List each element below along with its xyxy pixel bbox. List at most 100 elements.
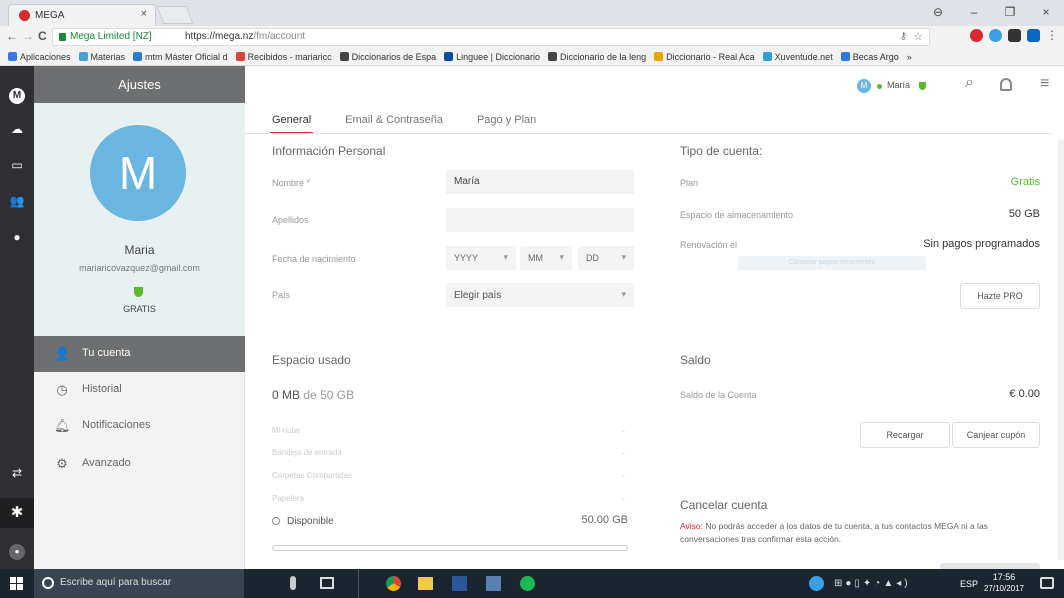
name-field[interactable]: María [446, 170, 634, 194]
mega-left-rail: M ☁ ▭ 👥 ● ⇄ ✱ ● [0, 66, 34, 569]
sidebar-item-account[interactable]: 👤 Tu cuenta [34, 336, 245, 372]
folder-cloud-drive: Mi nube [272, 426, 301, 435]
mega-logo-icon[interactable]: M [9, 88, 25, 104]
windows-start-icon[interactable] [10, 577, 23, 590]
bookmark-label: Diccionario de la leng [560, 52, 647, 62]
bookmark-label: mtm Máster Oficial d [145, 52, 228, 62]
scrollbar[interactable] [1058, 140, 1064, 560]
header-avatar[interactable]: M [857, 79, 871, 93]
folder-trash: Papelera [272, 494, 305, 503]
bookmark-item[interactable]: Linguee | Diccionario [444, 48, 540, 65]
language-indicator[interactable]: ESP [960, 579, 978, 589]
chrome-taskbar-icon[interactable] [386, 576, 401, 591]
bookmark-item[interactable]: Diccionario de la leng [548, 48, 647, 65]
linkedin-icon[interactable] [1027, 29, 1040, 42]
transfers-icon[interactable]: ⇄ [9, 466, 25, 480]
dob-day-select[interactable]: DD [578, 246, 634, 270]
bookmark-icon [133, 52, 143, 61]
maximize-button[interactable]: ❐ [992, 0, 1028, 26]
go-pro-button[interactable]: Hazte PRO [960, 283, 1040, 309]
recharge-button[interactable]: Recargar [860, 422, 950, 448]
dob-year-select[interactable]: YYYY [446, 246, 516, 270]
bookmark-icon [654, 52, 664, 61]
surname-label: Apellidos [272, 215, 309, 225]
tray-app-icon[interactable] [809, 576, 824, 591]
folder-trash-value: - [622, 494, 625, 504]
tray-icons[interactable]: ⊞●▯✦◔▲◂) [834, 578, 964, 589]
tab-email-password[interactable]: Email & Contraseña [343, 106, 445, 134]
spotify-taskbar-icon[interactable] [520, 576, 535, 591]
cancel-account-title: Cancelar cuenta [680, 498, 768, 512]
sidebar-title: Ajustes [34, 66, 245, 103]
ssl-label: Mega Limited [NZ] [70, 31, 152, 42]
bookmark-item[interactable]: » [907, 48, 912, 65]
dob-month-select[interactable]: MM [520, 246, 572, 270]
sidebar-item-history[interactable]: ◷ Historial [34, 372, 245, 408]
bookmark-icon [762, 52, 772, 61]
url-input[interactable]: Mega Limited [NZ] https://mega.nz/fm/acc… [52, 28, 930, 46]
dob-label: Fecha de nacimiento [272, 254, 356, 264]
bookmark-item[interactable]: Becas Argo [840, 48, 899, 65]
minimize-button[interactable]: – [956, 0, 992, 26]
chrome-menu-icon[interactable]: ⋮ [1046, 29, 1058, 42]
sidebar-item-notifications[interactable]: 🔔︎ Notificaciones [34, 408, 245, 444]
menu-icon[interactable]: ≡ [1040, 75, 1049, 93]
mega-extension-icon[interactable] [970, 29, 983, 42]
inbox-icon[interactable]: ▭ [9, 158, 25, 172]
bookmark-item[interactable]: Diccionario - Real Aca [654, 48, 755, 65]
app-taskbar-icon[interactable] [486, 576, 501, 591]
word-taskbar-icon[interactable] [452, 576, 467, 591]
contacts-icon[interactable]: 👥 [9, 194, 25, 208]
mega-top-bar: M María ⌕ ≡ [245, 66, 1064, 106]
space-used-title: Espacio usado [272, 353, 351, 367]
close-button[interactable]: × [1028, 0, 1064, 26]
avatar[interactable]: M [90, 125, 186, 221]
star-icon[interactable]: ☆ [913, 30, 923, 43]
reload-icon[interactable]: C [38, 29, 47, 43]
plan-shield-icon [134, 287, 143, 297]
action-center-icon[interactable] [1040, 577, 1054, 589]
profile-card: M Maria mariaricovazquez@gmail.com GRATI… [34, 103, 245, 343]
taskbar-search[interactable]: Escribe aquí para buscar [34, 569, 244, 598]
tab-payment-plan[interactable]: Pago y Plan [475, 106, 538, 134]
sidebar-item-advanced[interactable]: ⚙ Avanzado [34, 446, 245, 482]
chat-icon[interactable]: ● [9, 230, 25, 244]
header-user-name[interactable]: María [887, 80, 910, 90]
tab-general[interactable]: General [270, 106, 314, 134]
microphone-icon[interactable] [290, 576, 296, 590]
forward-icon[interactable]: → [22, 29, 34, 43]
cloud-drive-icon[interactable]: ☁ [9, 122, 25, 136]
browser-tab[interactable]: MEGA × [8, 4, 156, 26]
clock-time[interactable]: 17:56 [984, 572, 1024, 582]
bookmark-item[interactable]: Diccionarios de Espa [339, 48, 436, 65]
mega-status-icon[interactable]: ● [9, 544, 25, 560]
bookmark-icon [235, 52, 245, 61]
new-tab-button[interactable] [156, 6, 194, 24]
country-select[interactable]: Elegir país [446, 283, 634, 307]
bookmark-item[interactable]: Aplicaciones [8, 48, 71, 65]
bookmark-item[interactable]: Recibidos - mariaricc [235, 48, 332, 65]
extensions: ⋮ [970, 29, 1058, 42]
surname-field[interactable] [446, 208, 634, 232]
extension-icon[interactable] [989, 29, 1002, 42]
clock-icon: ◷ [56, 382, 68, 397]
notifications-bell-icon[interactable] [1000, 78, 1012, 91]
explorer-taskbar-icon[interactable] [418, 577, 433, 590]
settings-icon[interactable]: ✱ [0, 498, 34, 528]
search-icon[interactable]: ⌕ [965, 74, 974, 92]
bookmark-item[interactable]: mtm Máster Oficial d [133, 48, 228, 65]
redeem-coupon-button[interactable]: Canjear cupón [952, 422, 1040, 448]
key-icon[interactable]: ⚷ [900, 31, 907, 42]
profile-icon[interactable]: ⊖ [920, 0, 956, 26]
back-icon[interactable]: ← [6, 29, 18, 43]
tab-close-icon[interactable]: × [141, 8, 147, 20]
clock-date[interactable]: 27/10/2017 [982, 584, 1026, 593]
tab-title: MEGA [35, 10, 65, 21]
bookmark-label: Diccionario - Real Aca [666, 52, 755, 62]
bookmark-item[interactable]: Xuventude.net [762, 48, 833, 65]
advanced-icon: ⚙ [56, 456, 68, 471]
bookmark-item[interactable]: Materias [78, 48, 125, 65]
cancel-recurring-button[interactable]: Cancelar pagos recurrentes [738, 256, 926, 270]
pdf-extension-icon[interactable] [1008, 29, 1021, 42]
task-view-icon[interactable] [320, 577, 334, 589]
